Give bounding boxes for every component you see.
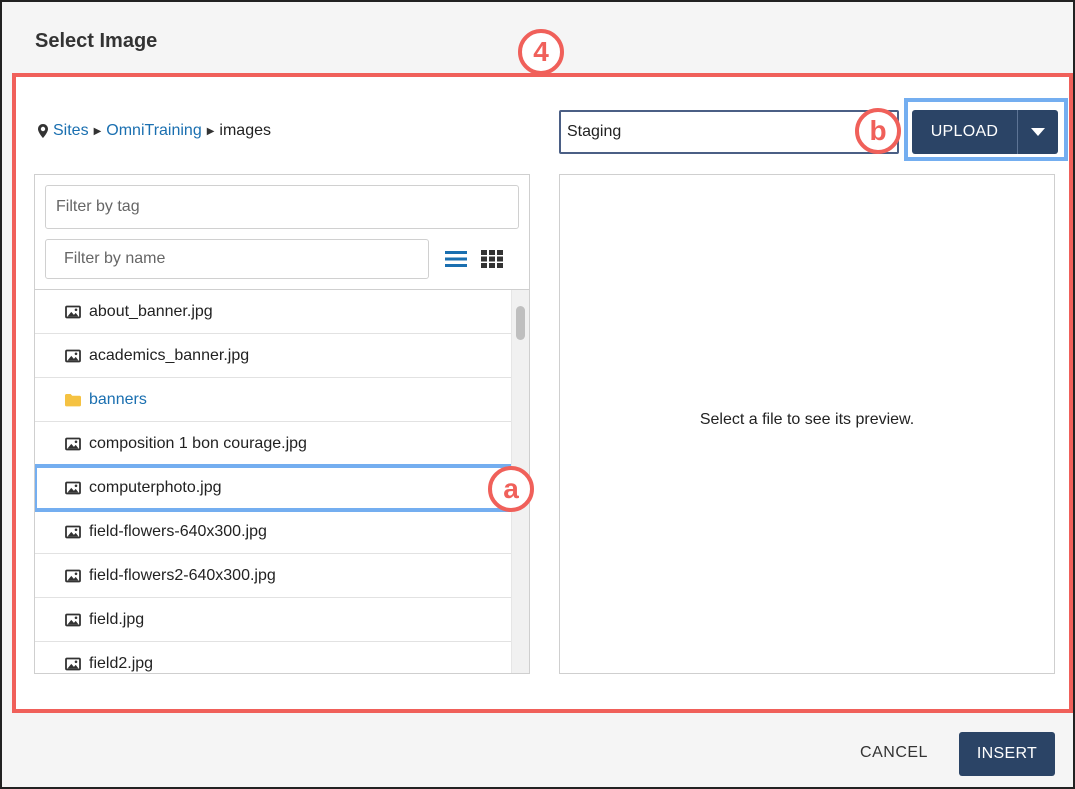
image-file-icon (65, 349, 81, 362)
file-list-item[interactable]: composition 1 bon courage.jpg (35, 422, 511, 466)
image-file-icon (65, 613, 81, 626)
file-name-label: field2.jpg (89, 654, 154, 672)
file-browser-panel: about_banner.jpg academics_banner.jpgbann… (34, 174, 530, 674)
breadcrumb-current-folder: images (219, 122, 271, 139)
file-list-item[interactable]: field.jpg (35, 598, 511, 642)
upload-button-group: UPLOAD (912, 110, 1058, 154)
insert-button[interactable]: INSERT (959, 732, 1055, 776)
preview-empty-text: Select a file to see its preview. (699, 411, 915, 428)
image-file-icon (65, 481, 81, 494)
scrollbar-thumb[interactable] (516, 306, 525, 340)
image-file-icon (65, 437, 81, 450)
file-name-label: field.jpg (89, 610, 145, 628)
file-list-item[interactable]: field-flowers-640x300.jpg (35, 510, 511, 554)
file-name-label: field-flowers-640x300.jpg (89, 522, 267, 540)
callout-b: b (855, 108, 901, 154)
breadcrumb-sites-link[interactable]: Sites (53, 122, 89, 140)
upload-dropdown-toggle[interactable] (1017, 110, 1058, 154)
file-list-item[interactable]: about_banner.jpg (35, 290, 511, 334)
file-name-label: field-flowers2-640x300.jpg (89, 566, 276, 584)
image-file-icon (65, 305, 81, 318)
callout-a: a (488, 466, 534, 512)
upload-button[interactable]: UPLOAD (912, 110, 1017, 154)
image-file-icon (65, 525, 81, 538)
caret-down-icon (1031, 128, 1045, 136)
dialog-title: Select Image (35, 30, 158, 52)
grid-view-icon[interactable] (481, 250, 503, 268)
image-file-icon (65, 657, 81, 670)
file-name-label: banners (89, 390, 147, 408)
folder-icon (65, 393, 81, 406)
breadcrumb: Sites ▶ OmniTraining ▶ images (38, 122, 271, 140)
folder-list-item[interactable]: banners (35, 378, 511, 422)
file-list-item[interactable]: field2.jpg (35, 642, 511, 673)
caret-right-icon: ▶ (206, 125, 215, 137)
filter-by-tag-input[interactable] (45, 185, 519, 229)
filter-by-name-input[interactable] (45, 239, 429, 279)
list-view-icon[interactable] (445, 250, 467, 268)
source-select-field[interactable] (559, 110, 899, 154)
location-pin-icon (38, 124, 48, 138)
file-name-label: about_banner.jpg (89, 302, 213, 320)
file-name-label: computerphoto.jpg (89, 478, 222, 496)
preview-panel: Select a file to see its preview. (559, 174, 1055, 674)
breadcrumb-site-link[interactable]: OmniTraining (106, 122, 201, 140)
caret-right-icon: ▶ (93, 125, 102, 137)
callout-4: 4 (518, 29, 564, 75)
file-list-item[interactable]: field-flowers2-640x300.jpg (35, 554, 511, 598)
file-list-item[interactable]: academics_banner.jpg (35, 334, 511, 378)
file-name-label: academics_banner.jpg (89, 346, 250, 364)
file-list-item[interactable]: computerphoto.jpg (35, 464, 513, 512)
cancel-button[interactable]: CANCEL (846, 733, 942, 773)
file-name-label: composition 1 bon courage.jpg (89, 434, 307, 452)
image-file-icon (65, 569, 81, 582)
file-list: about_banner.jpg academics_banner.jpgbann… (35, 289, 529, 673)
